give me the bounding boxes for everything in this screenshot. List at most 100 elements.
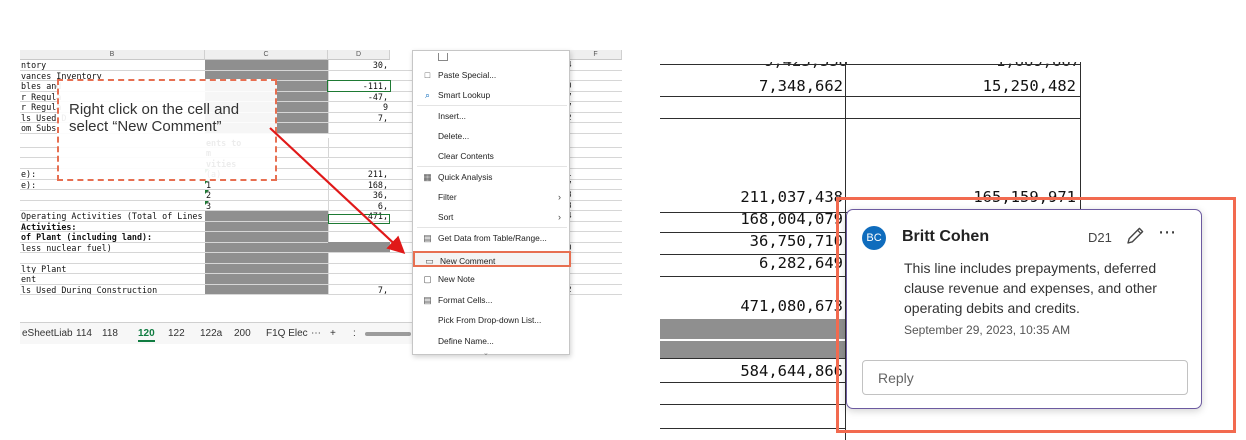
- menu-separator: [417, 227, 567, 228]
- cell-d[interactable]: 168,: [328, 179, 390, 189]
- cell-c[interactable]: [205, 253, 328, 263]
- menu-item-new-comment[interactable]: ▭ New Comment: [413, 251, 571, 267]
- menu-item-paste-special[interactable]: □ Paste Special...: [413, 67, 571, 83]
- cell-d[interactable]: 36,: [328, 190, 390, 200]
- cell-value[interactable]: 7,348,662: [705, 77, 843, 95]
- menu-item-label: Sort: [438, 212, 454, 222]
- cell-d[interactable]: 211,: [328, 169, 390, 179]
- menu-item-label: New Note: [438, 274, 475, 284]
- cell-c[interactable]: [205, 232, 328, 242]
- sheet-tab[interactable]: +: [330, 328, 336, 339]
- cell-d[interactable]: 6,: [328, 200, 390, 210]
- chevron-right-icon: ›: [558, 192, 561, 202]
- sheet-tab[interactable]: :: [353, 328, 356, 339]
- column-header-c[interactable]: C: [205, 50, 328, 60]
- menu-item-smart-lookup[interactable]: ⌕ Smart Lookup: [413, 87, 571, 103]
- cell-b[interactable]: Activities:: [20, 222, 205, 231]
- cell-d[interactable]: [328, 263, 390, 273]
- cell-value[interactable]: 15,250,482: [930, 77, 1076, 95]
- sheet-tab[interactable]: 200: [234, 328, 251, 339]
- cell-b[interactable]: [20, 253, 205, 263]
- sheet-tab[interactable]: F1Q Elec: [266, 328, 308, 339]
- cell-d[interactable]: 7,: [328, 112, 390, 122]
- cell-d[interactable]: [328, 123, 390, 133]
- cell-b[interactable]: ls Used During Construction: [20, 285, 205, 294]
- cell-value[interactable]: 471,080,673: [705, 297, 843, 315]
- menu-item-format-cells[interactable]: ▤ Format Cells...: [413, 292, 571, 308]
- selected-cell[interactable]: [328, 214, 390, 224]
- cell-value[interactable]: 168,004,079: [705, 210, 843, 228]
- column-header-f[interactable]: F: [570, 50, 622, 60]
- cell-d[interactable]: [328, 70, 390, 80]
- cell-value[interactable]: 6,282,649: [705, 254, 843, 272]
- cell-b[interactable]: lty Plant: [20, 264, 205, 273]
- column-header-b[interactable]: B: [20, 50, 205, 60]
- menu-separator: [417, 166, 567, 167]
- horizontal-scrollbar[interactable]: [365, 332, 411, 336]
- comment-body: This line includes prepayments, deferred…: [904, 260, 1157, 316]
- menu-item-sort[interactable]: Sort ›: [413, 209, 571, 225]
- cell-c[interactable]: [205, 211, 328, 221]
- cell-b[interactable]: ntory: [20, 60, 205, 69]
- menu-item-get-data-from-table-range[interactable]: ▤ Get Data from Table/Range...: [413, 230, 571, 246]
- cell-d[interactable]: 30,: [328, 60, 390, 70]
- row-border: [660, 358, 845, 359]
- cell-c[interactable]: 3: [205, 200, 328, 210]
- menu-item-label: Delete...: [438, 131, 470, 141]
- menu-item-clear-contents[interactable]: Clear Contents: [413, 148, 571, 164]
- pencil-icon[interactable]: [1124, 225, 1146, 247]
- cell-c[interactable]: [205, 274, 328, 284]
- cell-d[interactable]: -111,: [327, 80, 391, 92]
- sheet-tab[interactable]: 120: [138, 328, 155, 342]
- reply-input[interactable]: [862, 360, 1188, 395]
- cell-c[interactable]: [205, 284, 328, 294]
- menu-item-pick-from-drop-down-list[interactable]: Pick From Drop-down List...: [413, 312, 571, 328]
- paste-options-icon[interactable]: [438, 53, 448, 61]
- cell-d[interactable]: [328, 148, 390, 157]
- comment-timestamp: September 29, 2023, 10:35 AM: [904, 323, 1071, 337]
- cell-value[interactable]: 584,644,866: [705, 362, 843, 380]
- cell-d[interactable]: [328, 232, 390, 242]
- cell-d[interactable]: 7,: [328, 284, 390, 294]
- cell-b[interactable]: Operating Activities (Total of Lines 2 t…: [20, 211, 205, 220]
- sheet-tab[interactable]: 122: [168, 328, 185, 339]
- quick-analysis-icon: ▦: [423, 172, 432, 182]
- cell-value[interactable]: 211,037,438: [705, 188, 843, 206]
- cell-c[interactable]: [205, 60, 328, 70]
- cell-d[interactable]: [328, 158, 390, 168]
- sheet-tab[interactable]: 118: [102, 328, 118, 339]
- menu-item-insert[interactable]: Insert...: [413, 108, 571, 124]
- cell-d[interactable]: [328, 253, 390, 263]
- menu-item-filter[interactable]: Filter ›: [413, 189, 571, 205]
- column-header-d[interactable]: D: [328, 50, 390, 60]
- menu-item-label: Pick From Drop-down List...: [438, 315, 542, 325]
- comment-cell-reference: D21: [1088, 230, 1112, 245]
- menu-item-define-name[interactable]: Define Name...: [413, 333, 571, 349]
- more-options-icon[interactable]: ⋯: [1158, 222, 1177, 243]
- cell-c[interactable]: 2: [205, 190, 328, 200]
- cell-b[interactable]: ent: [20, 274, 205, 283]
- cell-c[interactable]: [205, 263, 328, 273]
- sheet-tab[interactable]: ⋯: [311, 328, 321, 339]
- cell-value[interactable]: 36,750,710: [705, 232, 843, 250]
- menu-item-label: Insert...: [438, 111, 466, 121]
- cell-d[interactable]: [328, 274, 390, 284]
- sheet-tab[interactable]: eSheetLiab: [22, 328, 73, 339]
- cell-c[interactable]: [205, 242, 328, 252]
- menu-item-quick-analysis[interactable]: ▦ Quick Analysis: [413, 169, 571, 185]
- sheet-tab[interactable]: 122a: [200, 328, 222, 339]
- menu-item-delete[interactable]: Delete...: [413, 128, 571, 144]
- cell-b[interactable]: less nuclear fuel): [20, 243, 205, 252]
- cell-c[interactable]: [205, 221, 328, 231]
- cell-d[interactable]: [328, 137, 390, 147]
- menu-item-label: New Comment: [440, 256, 496, 266]
- menu-item-new-note[interactable]: ▢ New Note: [413, 271, 571, 287]
- chevron-down-icon[interactable]: ⌄: [483, 349, 489, 357]
- cell-b[interactable]: of Plant (including land):: [20, 232, 205, 241]
- cell-b[interactable]: [20, 201, 205, 211]
- cell-d[interactable]: -47,: [328, 91, 390, 101]
- cell-d[interactable]: 9: [328, 102, 390, 112]
- sheet-tab[interactable]: 114: [76, 328, 92, 339]
- menu-item-label: Smart Lookup: [438, 90, 491, 100]
- cell-b[interactable]: [20, 190, 205, 200]
